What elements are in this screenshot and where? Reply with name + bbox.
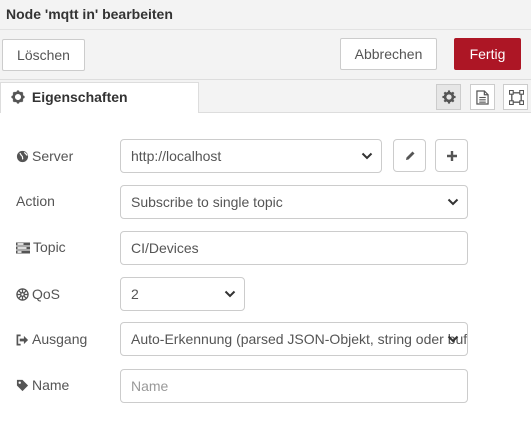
dialog-toolbar: Löschen Abbrechen Fertig [0,30,531,80]
output-select[interactable]: Auto-Erkennung (parsed JSON-Objekt, stri… [120,322,468,356]
document-icon [476,90,489,105]
pencil-icon [406,151,415,160]
plus-icon [447,151,457,161]
delete-button[interactable]: Löschen [2,39,85,71]
tab-properties-label: Eigenschaften [31,89,128,105]
chevron-down-icon [447,335,459,343]
qos-select[interactable]: 2 [120,277,245,311]
globe-icon [16,150,29,163]
action-select-value: Subscribe to single topic [131,194,283,210]
chevron-down-icon [447,198,459,206]
tab-bar: Eigenschaften [0,80,531,113]
chevron-down-icon [361,152,373,160]
action-label: Action [16,193,55,209]
output-label-text: Ausgang [32,331,88,347]
tab-appearance-button[interactable] [503,84,528,110]
topic-input-value: CI/Devices [131,240,199,256]
tag-icon [16,379,29,392]
cancel-button[interactable]: Abbrechen [340,38,437,70]
sign-out-icon [16,334,29,346]
edit-server-button[interactable] [393,139,426,172]
output-label: Ausgang [16,331,87,347]
qos-label: QoS [16,286,60,302]
topic-input[interactable]: CI/Devices [120,231,468,265]
topic-label-text: Topic [33,239,66,255]
tasks-icon [16,242,30,254]
server-select-value: http://localhost [131,148,222,164]
tab-properties[interactable]: Eigenschaften [0,82,199,113]
server-label: Server [16,148,73,164]
frame-icon [509,90,524,105]
add-server-button[interactable] [435,139,468,172]
server-label-text: Server [32,148,74,164]
output-select-value: Auto-Erkennung (parsed JSON-Objekt, stri… [131,331,468,347]
gear-icon [11,90,25,104]
dialog-title: Node 'mqtt in' bearbeiten [0,0,531,30]
gear-icon [442,90,456,104]
tab-settings-button[interactable] [436,84,461,110]
tab-description-button[interactable] [470,84,495,110]
empire-icon [16,288,29,301]
chevron-down-icon [224,290,236,298]
name-input[interactable]: Name [120,369,468,403]
name-input-placeholder: Name [131,378,169,394]
topic-label: Topic [16,239,66,255]
name-label-text: Name [32,377,70,393]
done-button[interactable]: Fertig [454,38,521,70]
action-select[interactable]: Subscribe to single topic [120,185,468,219]
qos-label-text: QoS [32,286,61,302]
name-label: Name [16,377,69,393]
qos-select-value: 2 [131,286,139,302]
server-select[interactable]: http://localhost [120,139,382,173]
